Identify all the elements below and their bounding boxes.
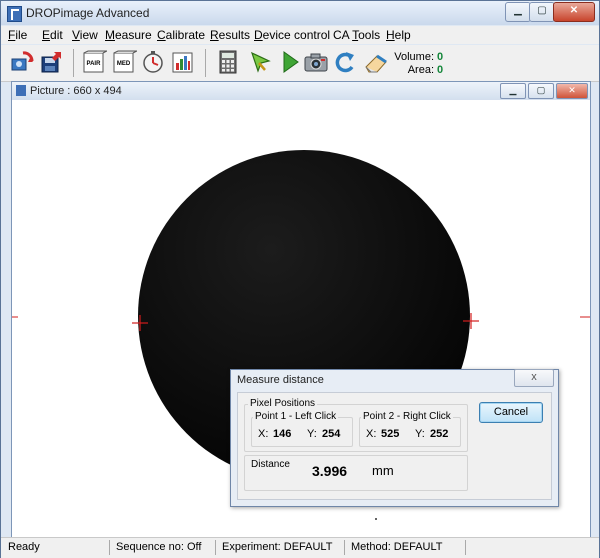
pixel-positions-label: Pixel Positions [248, 398, 318, 409]
dialog-title: Measure distance [237, 374, 324, 386]
dialog-close-button[interactable]: x [514, 369, 554, 387]
point2-x-value: 525 [381, 428, 400, 440]
app-icon [7, 6, 22, 22]
open-camera-icon[interactable] [9, 49, 35, 75]
area-value: 0 [437, 64, 444, 76]
volume-label: Volume: [394, 51, 434, 63]
menu-measure[interactable]: Measure [105, 28, 152, 42]
menu-calibrate[interactable]: Calibrate [157, 28, 205, 42]
timer-icon[interactable] [140, 49, 166, 75]
menu-device-control[interactable]: Device control [254, 28, 330, 42]
menu-results[interactable]: Results [210, 28, 250, 42]
picture-close-button[interactable]: ✕ [556, 83, 588, 99]
status-separator [215, 540, 216, 555]
toolbar-separator [205, 49, 206, 77]
measure-distance-dialog: Measure distance x Pixel Positions Point… [230, 369, 559, 507]
maximize-button[interactable]: ▢ [529, 2, 555, 22]
status-ready: Ready [8, 541, 40, 553]
pixel-positions-group: Pixel Positions Point 1 - Left Click X: … [244, 398, 468, 452]
pair-icon[interactable]: PAIR [81, 49, 108, 75]
picture-title-bar: Picture : 660 x 494 ▁ ▢ ✕ [12, 82, 590, 100]
distance-unit: mm [372, 463, 394, 478]
dialog-body: Pixel Positions Point 1 - Left Click X: … [237, 392, 552, 500]
speck [375, 518, 377, 520]
svg-text:PAIR: PAIR [87, 61, 102, 67]
point1-x-label: X: [258, 428, 269, 440]
point1-group: Point 1 - Left Click X: 146 Y: 254 [251, 411, 353, 447]
point2-y-value: 252 [430, 428, 449, 440]
point1-y-value: 254 [322, 428, 341, 440]
distance-label: Distance [251, 459, 290, 470]
menu-view[interactable]: View [72, 28, 98, 42]
close-button[interactable]: ✕ [553, 2, 595, 22]
save-disk-icon[interactable] [39, 49, 65, 75]
picture-maximize-button[interactable]: ▢ [528, 83, 554, 99]
point2-y-label: Y: [415, 428, 425, 440]
minimize-button[interactable]: ▁ [505, 2, 531, 22]
point1-label: Point 1 - Left Click [253, 411, 339, 422]
distance-group: Distance [244, 455, 468, 491]
menu-bar: File Edit View Measure Calibrate Results… [1, 26, 599, 44]
results-chart-icon[interactable] [170, 49, 196, 75]
camera-icon[interactable] [303, 49, 329, 75]
app-title: DROPimage Advanced [26, 6, 150, 20]
status-separator [109, 540, 110, 555]
title-bar: DROPimage Advanced ▁ ▢ ✕ [1, 1, 599, 25]
arrow-cursor-icon[interactable] [248, 49, 274, 75]
point1-y-label: Y: [307, 428, 317, 440]
med-icon[interactable]: MED [111, 49, 138, 75]
toolbar: PAIR MED Volume: 0 Area: 0 [1, 45, 599, 82]
point2-label: Point 2 - Right Click [361, 411, 453, 422]
menu-edit[interactable]: Edit [42, 28, 63, 42]
status-separator [465, 540, 466, 555]
point1-x-value: 146 [273, 428, 292, 440]
point2-x-label: X: [366, 428, 377, 440]
picture-minimize-button[interactable]: ▁ [500, 83, 526, 99]
volume-value: 0 [437, 51, 444, 63]
play-icon[interactable] [277, 49, 303, 75]
status-separator [344, 540, 345, 555]
status-bar: Ready Sequence no: Off Experiment: DEFAU… [1, 537, 599, 558]
refresh-arrow-icon[interactable] [332, 49, 358, 75]
menu-help[interactable]: Help [386, 28, 411, 42]
distance-value: 3.996 [312, 463, 348, 479]
status-method: Method: DEFAULT [351, 541, 443, 553]
calculator-icon[interactable] [215, 49, 241, 75]
main-window: DROPimage Advanced ▁ ▢ ✕ File Edit View … [0, 0, 600, 558]
picture-window-icon [16, 85, 26, 96]
status-sequence: Sequence no: Off [116, 541, 202, 553]
toolbar-separator [73, 49, 74, 77]
menu-ca-tools[interactable]: CA Tools [333, 28, 380, 42]
area-label: Area: [407, 64, 434, 76]
svg-text:MED: MED [117, 61, 131, 67]
point2-group: Point 2 - Right Click X: 525 Y: 252 [359, 411, 461, 447]
picture-title: Picture : 660 x 494 [30, 85, 122, 97]
cancel-button[interactable]: Cancel [479, 402, 543, 423]
status-experiment: Experiment: DEFAULT [222, 541, 333, 553]
menu-file[interactable]: File [8, 28, 27, 42]
